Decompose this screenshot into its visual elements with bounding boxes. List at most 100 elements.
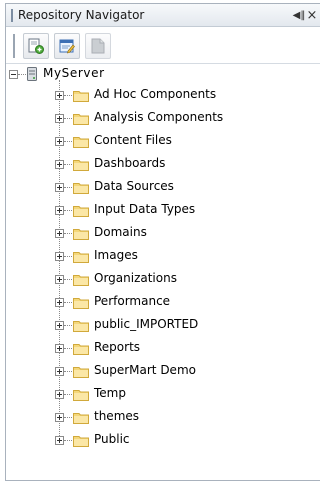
folder-icon [73, 206, 89, 217]
expand-node-icon[interactable] [55, 229, 64, 238]
tree-node[interactable]: themes [6, 407, 320, 427]
tree-connector [64, 302, 72, 303]
tree-node-label: themes [94, 409, 140, 423]
folder-icon [73, 367, 89, 378]
tree-connector [64, 279, 72, 280]
tree-node[interactable]: Public [6, 430, 320, 450]
tree-connector [64, 256, 72, 257]
tree-connector [64, 187, 72, 188]
tree-node-label: Content Files [94, 133, 172, 147]
folder-icon [73, 344, 89, 355]
tree-connector [64, 417, 72, 418]
tree-connector [64, 325, 72, 326]
new-resource-icon [28, 38, 44, 54]
tree-connector [64, 118, 72, 119]
tree-connector [64, 95, 72, 96]
tree-node[interactable]: Dashboards [6, 154, 320, 174]
folder-icon [73, 183, 89, 194]
edit-resource-icon [59, 39, 75, 54]
tree-node[interactable]: Ad Hoc Components [6, 85, 320, 105]
tree-node-label: Domains [94, 225, 147, 239]
expand-node-icon[interactable] [55, 298, 64, 307]
expand-node-icon[interactable] [55, 436, 64, 445]
expand-node-icon[interactable] [55, 252, 64, 261]
panel-title: Repository Navigator [18, 8, 145, 22]
tree-node-label: Images [94, 248, 138, 262]
tree-node-label: Dashboards [94, 156, 166, 170]
tree-node[interactable]: SuperMart Demo [6, 361, 320, 381]
tree-node[interactable]: Temp [6, 384, 320, 404]
tree-node[interactable]: Input Data Types [6, 200, 320, 220]
folder-icon [73, 252, 89, 263]
title-marker [11, 9, 13, 22]
folder-icon [73, 114, 89, 125]
expand-node-icon[interactable] [55, 390, 64, 399]
tree-connector [64, 440, 72, 441]
repository-tree: MyServer Ad Hoc Components Analysis Compon… [6, 64, 320, 480]
close-panel-icon[interactable]: × [306, 8, 318, 23]
expand-node-icon[interactable] [55, 367, 64, 376]
tree-node[interactable]: Data Sources [6, 177, 320, 197]
expand-node-icon[interactable] [55, 91, 64, 100]
folder-icon [73, 413, 89, 424]
tree-node-label: Temp [94, 386, 126, 400]
tree-node[interactable]: Domains [6, 223, 320, 243]
tree-node-label: SuperMart Demo [94, 363, 196, 377]
tree-connector [64, 348, 72, 349]
tree-connector [64, 233, 72, 234]
tree-connector [64, 210, 72, 211]
expand-node-icon[interactable] [55, 413, 64, 422]
folder-icon [73, 390, 89, 401]
folder-icon [73, 275, 89, 286]
tree-node-root[interactable]: MyServer [6, 64, 320, 84]
tree-node[interactable]: Organizations [6, 269, 320, 289]
tree-connector [18, 74, 26, 75]
resource-disabled-icon [91, 38, 105, 54]
tree-node-label: Ad Hoc Components [94, 87, 217, 101]
expand-node-icon[interactable] [55, 137, 64, 146]
navigator-toolbar [6, 28, 320, 64]
disabled-resource-button[interactable] [85, 33, 111, 59]
edit-resource-button[interactable] [54, 33, 80, 59]
title-controls: ◀‖ × [292, 7, 318, 23]
tree-node-label: Organizations [94, 271, 177, 285]
repository-navigator-panel: Repository Navigator ◀‖ × MyServer Ad Ho… [5, 3, 320, 481]
tree-connector [64, 164, 72, 165]
folder-icon [73, 298, 89, 309]
folder-icon [73, 321, 89, 332]
tree-node[interactable]: Reports [6, 338, 320, 358]
new-resource-button[interactable] [23, 33, 49, 59]
expand-node-icon[interactable] [55, 344, 64, 353]
expand-node-icon[interactable] [55, 183, 64, 192]
expand-node-icon[interactable] [55, 114, 64, 123]
tree-node-label: public_IMPORTED [94, 317, 199, 331]
expand-node-icon[interactable] [55, 275, 64, 284]
tree-node-label: Input Data Types [94, 202, 196, 216]
toolbar-grip [13, 34, 15, 58]
expand-node-icon[interactable] [55, 321, 64, 330]
server-icon [27, 67, 37, 81]
tree-node[interactable]: Performance [6, 292, 320, 312]
tree-node[interactable]: Content Files [6, 131, 320, 151]
folder-icon [73, 137, 89, 148]
tree-node-label: Data Sources [94, 179, 174, 193]
tree-node[interactable]: Analysis Components [6, 108, 320, 128]
tree-node-label: Analysis Components [94, 110, 224, 124]
folder-icon [73, 436, 89, 447]
tree-node-label: MyServer [43, 66, 105, 80]
tree-node-label: Performance [94, 294, 171, 308]
tree-node[interactable]: public_IMPORTED [6, 315, 320, 335]
folder-icon [73, 160, 89, 171]
expand-node-icon[interactable] [55, 160, 64, 169]
tree-connector [64, 394, 72, 395]
collapse-root-icon[interactable] [9, 70, 18, 79]
tree-connector [64, 371, 72, 372]
panel-titlebar: Repository Navigator ◀‖ × [6, 4, 320, 27]
expand-node-icon[interactable] [55, 206, 64, 215]
folder-icon [73, 91, 89, 102]
tree-node[interactable]: Images [6, 246, 320, 266]
folder-icon [73, 229, 89, 240]
tree-node-label: Public [94, 432, 130, 446]
tree-connector [64, 141, 72, 142]
minimize-panel-icon[interactable]: ◀‖ [292, 10, 306, 21]
